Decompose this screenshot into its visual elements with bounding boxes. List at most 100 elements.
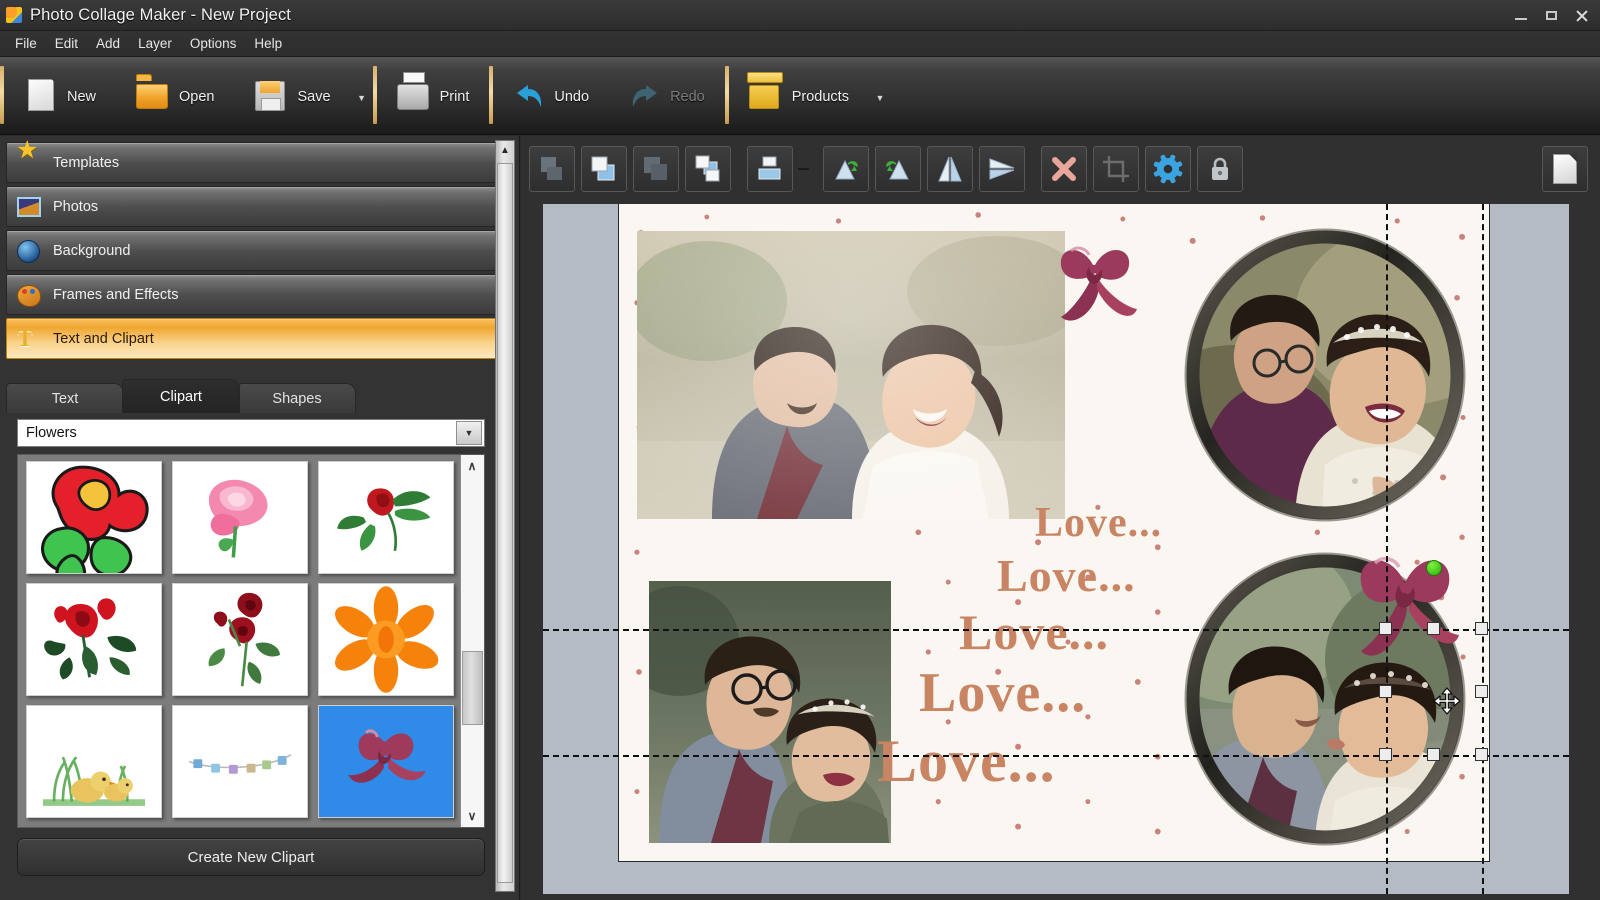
resize-handle-s[interactable]: [1427, 748, 1440, 761]
undo-arrow-icon: [513, 84, 545, 111]
settings-gear-icon[interactable]: [1145, 146, 1191, 192]
save-button[interactable]: Save: [235, 57, 351, 134]
clipart-thumb-dark-red-roses[interactable]: [172, 583, 308, 696]
menu-edit[interactable]: Edit: [46, 33, 87, 54]
tab-shapes[interactable]: Shapes: [238, 383, 356, 413]
flip-horizontal-icon[interactable]: [927, 146, 973, 192]
clipart-thumb-ribbon-bow[interactable]: [318, 705, 454, 818]
maximize-button[interactable]: [1536, 3, 1566, 27]
rotate-handle[interactable]: [1426, 560, 1442, 576]
resize-handle-w[interactable]: [1379, 685, 1392, 698]
left-panel: Templates Photos Background Frames and E…: [0, 135, 520, 900]
new-button[interactable]: New: [4, 57, 116, 134]
save-dropdown-caret-icon[interactable]: ▼: [351, 57, 373, 134]
clipart-thumb-red-roses-bouquet[interactable]: [26, 583, 162, 696]
move-cursor: [1433, 687, 1461, 715]
undo-button[interactable]: Undo: [493, 57, 609, 134]
sidebar-item-templates[interactable]: Templates: [6, 135, 497, 183]
menu-help[interactable]: Help: [245, 33, 291, 54]
resize-handle-ne[interactable]: [1475, 622, 1488, 635]
love-text-line-5[interactable]: Love...: [877, 727, 1056, 796]
left-panel-scrollbar[interactable]: ▲: [495, 140, 515, 892]
tab-clipart[interactable]: Clipart: [122, 379, 240, 413]
sidebar-item-label: Text and Clipart: [53, 330, 154, 347]
products-button[interactable]: Products: [729, 57, 869, 134]
love-text-line-4[interactable]: Love...: [919, 661, 1086, 725]
open-button[interactable]: Open: [116, 57, 234, 134]
clipart-thumb-red-rose-branch[interactable]: [318, 461, 454, 574]
ribbon-bow-bottom-clipart[interactable]: [1341, 533, 1471, 678]
sidebar-item-photos[interactable]: Photos: [6, 186, 497, 227]
rotate-left-icon[interactable]: [823, 146, 869, 192]
flip-vertical-icon[interactable]: [979, 146, 1025, 192]
clipart-category-select[interactable]: Flowers ▼: [17, 419, 485, 447]
tab-text[interactable]: Text: [6, 383, 124, 413]
chevron-down-icon[interactable]: ▼: [456, 421, 482, 445]
resize-handle-n[interactable]: [1427, 622, 1440, 635]
create-new-clipart-button[interactable]: Create New Clipart: [17, 838, 485, 876]
products-box-icon: [748, 79, 783, 113]
minimize-button[interactable]: [1506, 3, 1536, 27]
products-dropdown-caret-icon[interactable]: ▼: [869, 57, 891, 134]
clipart-thumb-duckling-grass[interactable]: [26, 705, 162, 818]
redo-button[interactable]: Redo: [609, 57, 725, 134]
clipart-thumb-orange-flower[interactable]: [318, 583, 454, 696]
open-button-label: Open: [179, 88, 215, 105]
globe-icon: [17, 238, 43, 264]
bring-to-front-icon[interactable]: [581, 146, 627, 192]
rotate-right-icon[interactable]: [875, 146, 921, 192]
print-button-label: Print: [439, 88, 470, 105]
resize-handle-e[interactable]: [1475, 685, 1488, 698]
resize-handle-sw[interactable]: [1379, 748, 1392, 761]
clipart-grid-scrollbar[interactable]: ∧ ∨: [460, 455, 484, 827]
sidebar-item-label: Templates: [53, 154, 120, 171]
page-icon[interactable]: [1542, 146, 1588, 192]
love-text-line-2[interactable]: Love...: [997, 549, 1136, 602]
align-dropdown-icon[interactable]: [796, 146, 812, 192]
undo-button-label: Undo: [554, 88, 590, 105]
redo-arrow-icon: [629, 84, 661, 111]
menu-layer[interactable]: Layer: [129, 33, 181, 54]
align-icon[interactable]: [747, 146, 793, 192]
create-new-clipart-label: Create New Clipart: [187, 848, 315, 866]
collage-document[interactable]: Love... Love... Love... Love... Love...: [618, 204, 1490, 862]
delete-icon[interactable]: [1041, 146, 1087, 192]
couple-laughing-oval-photo[interactable]: [1175, 225, 1475, 525]
scroll-up-arrow-icon[interactable]: ▲: [496, 141, 514, 159]
resize-handle-se[interactable]: [1475, 748, 1488, 761]
clipart-thumb-pink-rose[interactable]: [172, 461, 308, 574]
tab-label: Shapes: [272, 390, 322, 407]
menu-file[interactable]: File: [6, 33, 46, 54]
canvas-toolbar: [521, 140, 1600, 198]
wedding-couple-embrace-photo[interactable]: [637, 231, 1065, 519]
ribbon-bow-top-clipart[interactable]: [1041, 225, 1151, 340]
send-to-back-icon[interactable]: [529, 146, 575, 192]
canvas-board[interactable]: Love... Love... Love... Love... Love...: [543, 204, 1569, 894]
sidebar-item-frames-and-effects[interactable]: Frames and Effects: [6, 274, 497, 315]
panel-tabs: Text Clipart Shapes: [6, 379, 494, 413]
menu-options[interactable]: Options: [181, 33, 246, 54]
text-t-icon: T: [17, 325, 34, 352]
clipart-scrollbar-thumb[interactable]: [462, 651, 483, 725]
resize-handle-nw[interactable]: [1379, 622, 1392, 635]
love-text-line-1[interactable]: Love...: [1035, 499, 1162, 547]
scrollbar-thumb[interactable]: [497, 163, 513, 883]
selection-guide-horizontal-top: [543, 629, 1569, 631]
crop-icon[interactable]: [1093, 146, 1139, 192]
love-text-line-3[interactable]: Love...: [959, 603, 1109, 661]
send-backward-icon[interactable]: [633, 146, 679, 192]
canvas-area: Love... Love... Love... Love... Love...: [521, 136, 1600, 900]
sidebar-item-text-and-clipart[interactable]: T Text and Clipart: [6, 318, 497, 359]
menu-add[interactable]: Add: [87, 33, 129, 54]
close-button[interactable]: [1566, 3, 1596, 27]
clipart-thumb-red-rose-outline[interactable]: [26, 461, 162, 574]
lock-icon[interactable]: [1197, 146, 1243, 192]
print-button[interactable]: Print: [377, 57, 490, 134]
title-bar: Photo Collage Maker - New Project: [0, 0, 1600, 31]
sidebar-item-background[interactable]: Background: [6, 230, 497, 271]
clipart-thumb-garland-string[interactable]: [172, 705, 308, 818]
couple-portrait-photo[interactable]: [649, 581, 891, 843]
bring-forward-icon[interactable]: [685, 146, 731, 192]
clipart-scroll-up-arrow-icon[interactable]: ∧: [461, 455, 483, 477]
clipart-scroll-down-arrow-icon[interactable]: ∨: [461, 805, 483, 827]
